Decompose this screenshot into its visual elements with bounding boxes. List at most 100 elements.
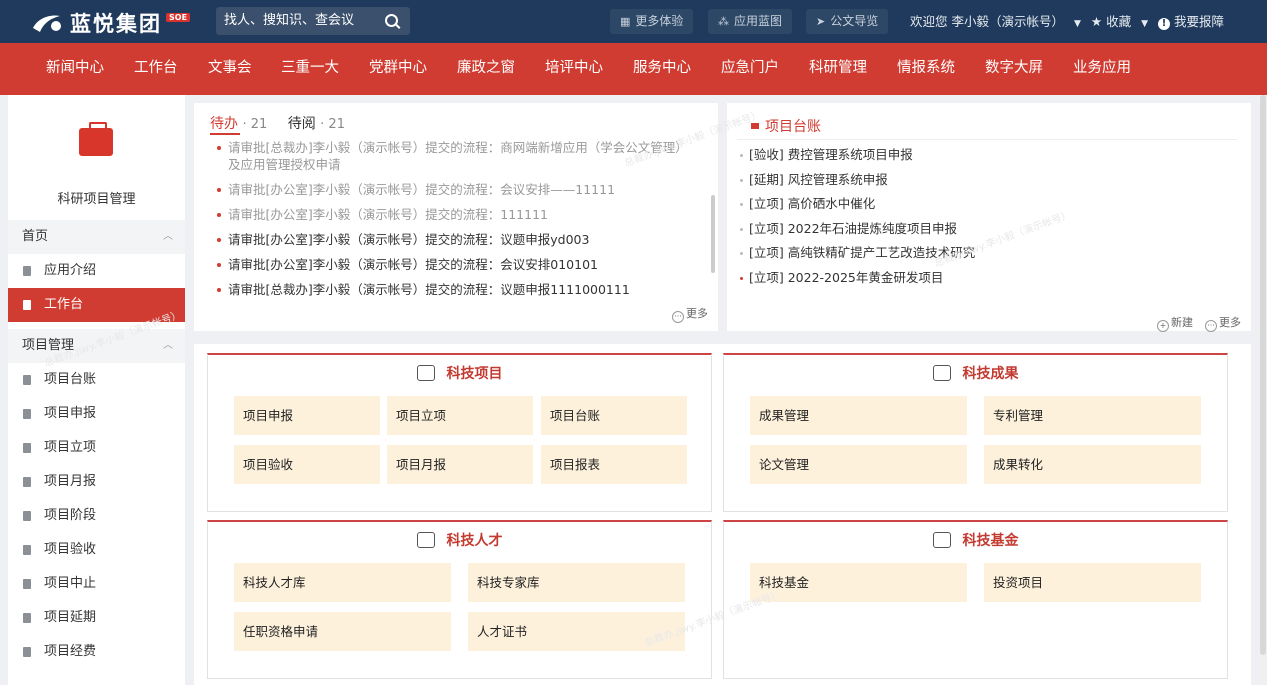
tile[interactable]: 论文管理 [750, 445, 967, 484]
person-icon [932, 365, 951, 381]
sidebar-item[interactable]: 项目月报 [8, 465, 185, 499]
tab-read[interactable]: 待阅 · 21 [288, 113, 345, 133]
sidebar-group-home[interactable]: 首页 ︿ [8, 220, 185, 254]
ledger-item[interactable]: [立项] 2022年石油提炼纯度项目申报 [739, 217, 975, 242]
card-title: 科技成果 [724, 363, 1227, 383]
tab-pending[interactable]: 待办 · 21 [210, 113, 267, 133]
tile[interactable]: 专利管理 [984, 396, 1201, 435]
navigation-icon: ➤ [816, 15, 826, 28]
todo-item[interactable]: 请审批[办公室]李小毅（演示帐号）提交的流程：会议安排——11111 [214, 181, 694, 198]
document-icon [23, 545, 31, 555]
card-title-text: 科技人才 [446, 533, 503, 549]
sidebar-item[interactable]: 项目阶段 [8, 499, 185, 533]
sidebar-item[interactable]: 项目立项 [8, 431, 185, 465]
nav-item[interactable]: 党群中心 [369, 43, 427, 95]
sidebar-item-label: 项目验收 [44, 542, 97, 557]
tile[interactable]: 项目报表 [541, 445, 687, 484]
tile[interactable]: 成果转化 [984, 445, 1201, 484]
sidebar-item-label: 项目立项 [44, 440, 97, 455]
nav-item[interactable]: 培评中心 [545, 43, 603, 95]
nav-item[interactable]: 科研管理 [809, 43, 867, 95]
ledger-item[interactable]: [立项] 高价硒水中催化 [739, 192, 975, 217]
sidebar-item[interactable]: 项目延期 [8, 601, 185, 635]
more-experience-button[interactable]: ▦ 更多体验 [610, 9, 694, 34]
sidebar: 科研项目管理 首页 ︿ 应用介绍 工作台 项目管理 ︿ 项目台账 项目申报 项目立项… [8, 95, 185, 685]
ledger-item[interactable]: [延期] 风控管理系统申报 [739, 168, 975, 193]
sidebar-item[interactable]: 项目中止 [8, 567, 185, 601]
nav-item[interactable]: 应急门户 [721, 43, 779, 95]
sidebar-item[interactable]: 项目验收 [8, 533, 185, 567]
page-scrollbar[interactable] [1259, 95, 1267, 685]
ledger-item[interactable]: [立项] 高纯铁精矿提产工艺改造技术研究 [739, 241, 975, 266]
todo-item[interactable]: 请审批[办公室]李小毅（演示帐号）提交的流程：会议安排010101 [214, 256, 694, 273]
tile[interactable]: 科技基金 [750, 563, 967, 602]
tile[interactable]: 投资项目 [984, 563, 1201, 602]
search-input[interactable]: 找人、搜知识、查会议 [216, 7, 410, 35]
group-label: 首页 [22, 229, 49, 244]
todo-more-link[interactable]: ··· 更多 [672, 305, 708, 323]
search-icon[interactable] [385, 14, 398, 27]
sidebar-item-label: 项目经费 [44, 644, 97, 659]
todo-item[interactable]: 请审批[总裁办]李小毅（演示帐号）提交的流程：议题申报1111000111 [214, 281, 694, 298]
tile[interactable]: 项目月报 [387, 445, 533, 484]
main-nav: 新闻中心 工作台 文事会 三重一大 党群中心 廉政之窗 培评中心 服务中心 应急… [0, 43, 1267, 95]
app-blueprint-label: 应用蓝图 [734, 14, 783, 28]
nav-item[interactable]: 情报系统 [897, 43, 955, 95]
tile[interactable]: 科技专家库 [468, 563, 685, 602]
nav-item[interactable]: 三重一大 [281, 43, 339, 95]
ledger-item[interactable]: [验收] 费控管理系统项目申报 [739, 143, 975, 168]
fund-icon [932, 532, 951, 548]
report-link[interactable]: 我要报障 [1174, 14, 1224, 29]
sidebar-item-label: 项目延期 [44, 610, 97, 625]
chevron-down-icon[interactable]: ▼ [1074, 19, 1081, 29]
divider [737, 139, 1237, 140]
tile[interactable]: 科技人才库 [234, 563, 451, 602]
nav-item[interactable]: 数字大屏 [985, 43, 1043, 95]
nav-item[interactable]: 业务应用 [1073, 43, 1131, 95]
nav-item[interactable]: 工作台 [134, 43, 178, 95]
more-icon: ··· [1205, 320, 1217, 332]
tile[interactable]: 成果管理 [750, 396, 967, 435]
sidebar-item-active[interactable]: 工作台 [8, 288, 185, 322]
nav-item[interactable]: 新闻中心 [46, 43, 104, 95]
sidebar-item-label: 应用介绍 [44, 263, 97, 278]
new-label: 新建 [1171, 316, 1193, 329]
sidebar-item[interactable]: 项目经费 [8, 635, 185, 669]
welcome-text[interactable]: 欢迎您 李小毅（演示帐号） [910, 14, 1064, 29]
tile[interactable]: 人才证书 [468, 612, 685, 651]
nav-item[interactable]: 文事会 [208, 43, 252, 95]
todo-scrollbar[interactable] [711, 195, 715, 273]
ledger-more-link[interactable]: ··· 更多 [1205, 314, 1241, 332]
sidebar-item[interactable]: 项目申报 [8, 397, 185, 431]
todo-item[interactable]: 请审批[办公室]李小毅（演示帐号）提交的流程：议题申报yd003 [214, 231, 694, 248]
document-icon [23, 477, 31, 487]
todo-item[interactable]: 请审批[总裁办]李小毅（演示帐号）提交的流程：商网端新增应用（学会公文管理）及应… [214, 139, 694, 173]
tile[interactable]: 项目台账 [541, 396, 687, 435]
favorites-link[interactable]: 收藏 [1106, 14, 1131, 29]
brand-logo[interactable]: 蓝悦集团 SOE [30, 8, 191, 38]
document-icon [23, 409, 31, 419]
nav-item[interactable]: 廉政之窗 [457, 43, 515, 95]
chevron-up-icon: ︿ [163, 340, 173, 351]
doc-nav-button[interactable]: ➤ 公文导览 [806, 9, 889, 34]
sidebar-group-project[interactable]: 项目管理 ︿ [8, 329, 185, 363]
chevron-down-icon[interactable]: ▼ [1141, 19, 1148, 29]
document-icon [23, 511, 31, 521]
briefcase-icon [79, 122, 113, 156]
tile[interactable]: 项目申报 [234, 396, 380, 435]
nav-item[interactable]: 服务中心 [633, 43, 691, 95]
document-icon [23, 579, 31, 589]
document-icon [23, 443, 31, 453]
tile[interactable]: 项目验收 [234, 445, 380, 484]
todo-item[interactable]: 请审批[办公室]李小毅（演示帐号）提交的流程：111111 [214, 206, 694, 223]
ledger-item[interactable]: [立项] 2022-2025年黄金研发项目 [739, 266, 975, 291]
sidebar-item[interactable]: 项目台账 [8, 363, 185, 397]
top-bar: 蓝悦集团 SOE 找人、搜知识、查会议 ▦ 更多体验 ⁂ 应用蓝图 ➤ 公文导览 欢迎… [0, 0, 1267, 43]
share-icon: ⁂ [718, 15, 729, 28]
ledger-new-button[interactable]: + 新建 [1157, 314, 1193, 332]
sidebar-item[interactable]: 应用介绍 [8, 254, 185, 288]
app-blueprint-button[interactable]: ⁂ 应用蓝图 [708, 9, 793, 34]
tile[interactable]: 项目立项 [387, 396, 533, 435]
tab-label: 待阅 [287, 116, 316, 132]
tile[interactable]: 任职资格申请 [234, 612, 451, 651]
